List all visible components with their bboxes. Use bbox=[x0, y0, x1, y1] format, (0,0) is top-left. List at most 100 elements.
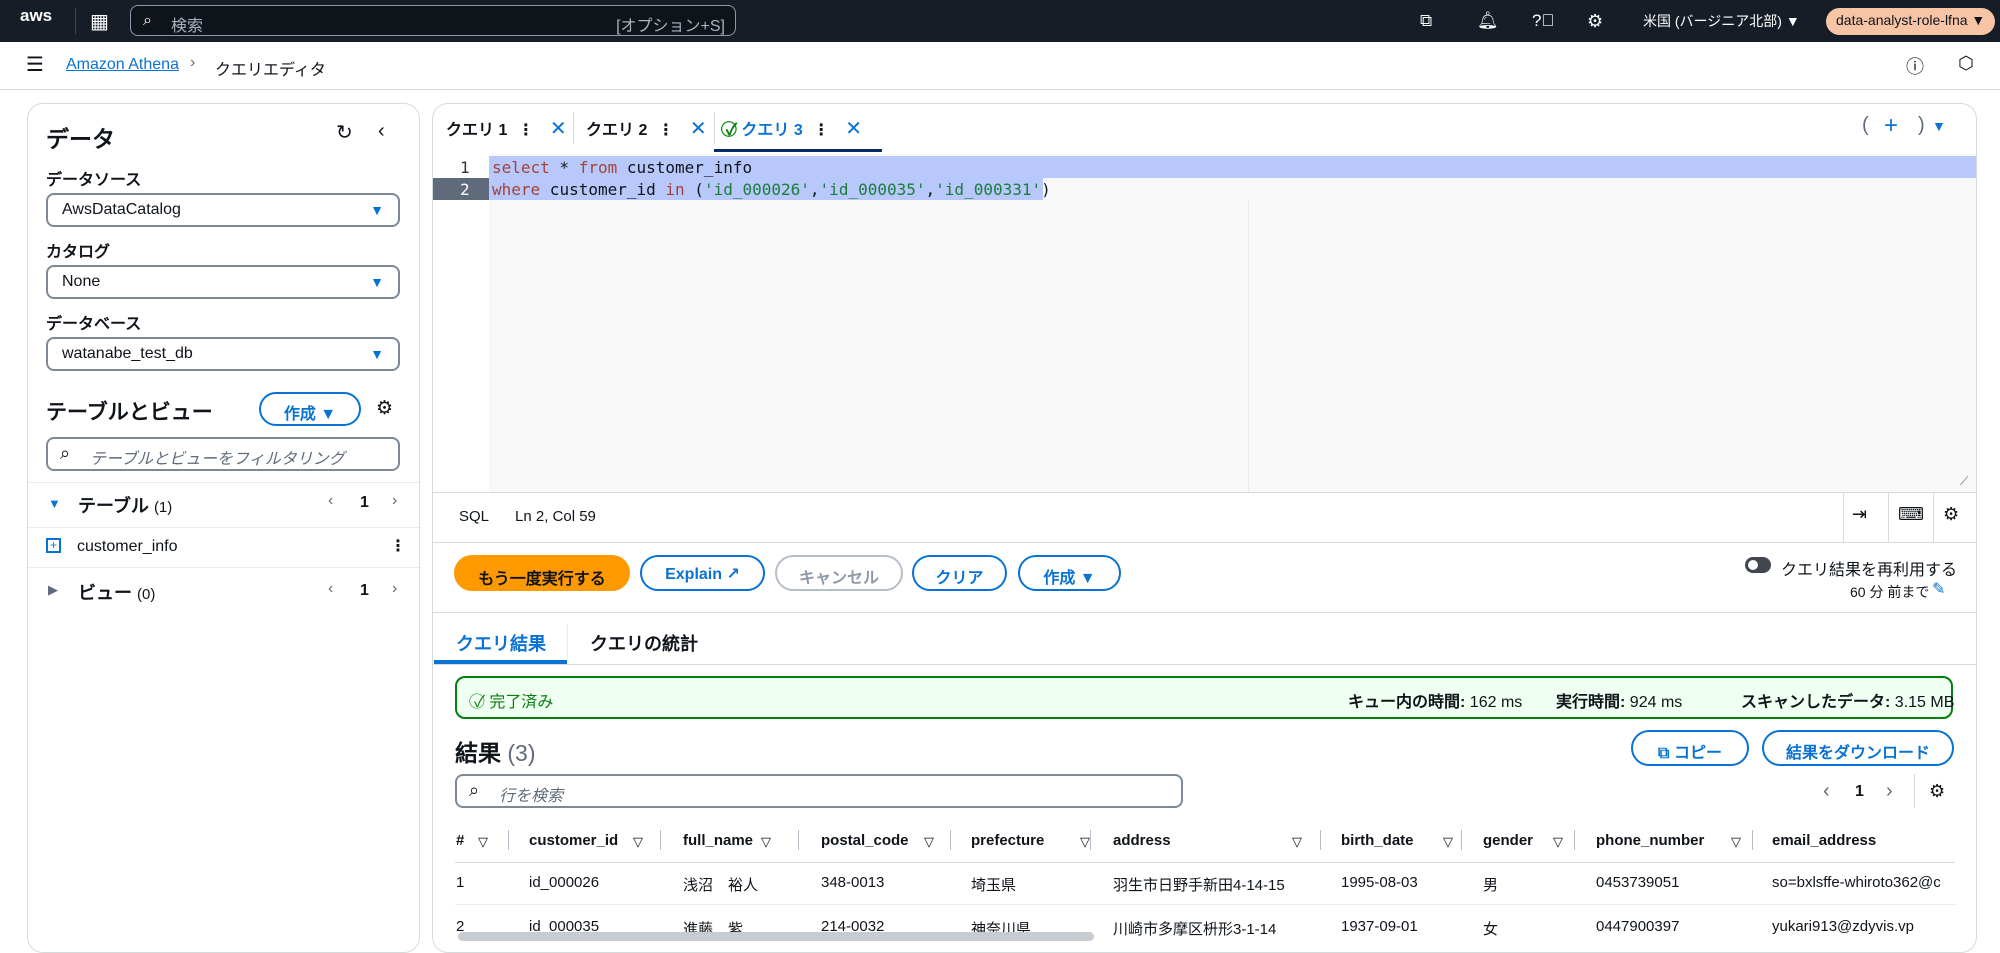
expand-tables-icon[interactable]: ▼ bbox=[48, 496, 61, 511]
column-header-index[interactable]: # bbox=[456, 832, 464, 849]
tab-query-1[interactable]: クエリ 1 ⋮ ✕ bbox=[446, 116, 567, 141]
table-item-customer-info[interactable]: customer_info bbox=[77, 538, 178, 556]
sort-icon[interactable]: ▽ bbox=[1292, 834, 1302, 850]
reuse-results-toggle[interactable] bbox=[1745, 557, 1771, 573]
column-header-full-name[interactable]: full_name bbox=[683, 832, 753, 849]
format-icon[interactable]: ⇥ bbox=[1852, 504, 1867, 525]
column-header-email-address[interactable]: email_address bbox=[1772, 832, 1876, 849]
bell-icon[interactable]: 🔔︎ bbox=[1477, 11, 1499, 31]
next-page-icon[interactable]: › bbox=[1886, 780, 1893, 803]
cloudshell-icon[interactable]: ⧉ bbox=[1420, 11, 1432, 31]
add-tab-icon[interactable]: + bbox=[1884, 112, 1898, 140]
code-line[interactable]: where customer_id in ('id_000026','id_00… bbox=[492, 180, 1051, 199]
sort-icon[interactable]: ▽ bbox=[1080, 834, 1090, 850]
views-section-toggle[interactable]: ビュー (0) bbox=[78, 579, 155, 605]
sql-keyword: from bbox=[578, 158, 618, 177]
views-page-number[interactable]: 1 bbox=[360, 582, 369, 600]
tab-menu-icon[interactable]: ⋮ bbox=[658, 122, 674, 139]
close-icon[interactable]: ✕ bbox=[690, 118, 707, 140]
prev-page-icon[interactable]: ‹ bbox=[328, 580, 333, 598]
notifications-icon[interactable]: ⬡ bbox=[1958, 53, 1974, 74]
sql-editor[interactable] bbox=[433, 153, 1976, 492]
menu-icon[interactable]: ☰ bbox=[26, 52, 44, 77]
tab-query-3[interactable]: ✓⃝ クエリ 3 ⋮ ✕ bbox=[726, 116, 862, 141]
download-results-button[interactable]: 結果をダウンロード bbox=[1762, 730, 1954, 766]
table-actions-icon[interactable]: ⋮ bbox=[390, 536, 406, 556]
editor-settings-icon[interactable]: ⚙ bbox=[1943, 504, 1959, 525]
collapse-icon[interactable]: ‹ bbox=[378, 120, 385, 143]
gear-icon[interactable]: ⚙ bbox=[1587, 11, 1603, 32]
sort-icon[interactable]: ▽ bbox=[478, 834, 488, 850]
close-icon[interactable]: ✕ bbox=[845, 118, 862, 140]
column-resizer[interactable] bbox=[508, 830, 509, 850]
copy-button[interactable]: ⧉ コピー bbox=[1631, 730, 1749, 766]
tabs-menu-caret-icon[interactable]: ▼ bbox=[1932, 118, 1946, 134]
close-icon[interactable]: ✕ bbox=[550, 118, 567, 140]
breadcrumb-athena-link[interactable]: Amazon Athena bbox=[66, 56, 179, 74]
prev-page-icon[interactable]: ‹ bbox=[1823, 780, 1830, 803]
cancel-button[interactable]: キャンセル bbox=[775, 555, 903, 591]
tables-section-toggle[interactable]: テーブル (1) bbox=[78, 492, 172, 518]
column-resizer[interactable] bbox=[1461, 830, 1462, 850]
edit-icon[interactable]: ✎ bbox=[1932, 579, 1945, 599]
expand-views-icon[interactable]: ▶ bbox=[48, 582, 58, 598]
column-header-address[interactable]: address bbox=[1113, 832, 1171, 849]
tables-page-number[interactable]: 1 bbox=[360, 494, 369, 512]
horizontal-scrollbar[interactable] bbox=[458, 932, 1094, 941]
keyboard-icon[interactable]: ⌨ bbox=[1898, 504, 1924, 525]
role-menu[interactable]: data-analyst-role-lfna ▼ bbox=[1826, 8, 1996, 35]
code-line[interactable]: select * from customer_info bbox=[492, 158, 752, 177]
sort-icon[interactable]: ▽ bbox=[1731, 834, 1741, 850]
tabs-scroll-left[interactable]: ( bbox=[1862, 114, 1869, 137]
sort-icon[interactable]: ▽ bbox=[1443, 834, 1453, 850]
column-header-birth-date[interactable]: birth_date bbox=[1341, 832, 1414, 849]
create-button[interactable]: 作成 ▼ bbox=[1018, 555, 1121, 591]
tabs-scroll-right[interactable]: ) bbox=[1918, 114, 1925, 137]
resize-handle-icon[interactable]: ⟋ bbox=[1960, 474, 1968, 489]
database-select[interactable]: watanabe_test_db ▼ bbox=[46, 337, 400, 371]
region-selector[interactable]: 米国 (バージニア北部) ▼ bbox=[1643, 11, 1800, 31]
column-resizer[interactable] bbox=[798, 830, 799, 850]
create-table-button[interactable]: 作成 ▼ bbox=[259, 392, 361, 426]
catalog-select[interactable]: None ▼ bbox=[46, 265, 400, 299]
column-resizer[interactable] bbox=[1090, 830, 1091, 850]
prev-page-icon[interactable]: ‹ bbox=[328, 492, 333, 510]
column-resizer[interactable] bbox=[1752, 830, 1753, 850]
help-icon[interactable]: ?⃝ bbox=[1532, 11, 1554, 31]
tab-menu-icon[interactable]: ⋮ bbox=[813, 122, 829, 139]
explain-button[interactable]: Explain ↗ bbox=[640, 555, 765, 591]
column-header-postal-code[interactable]: postal_code bbox=[821, 832, 909, 849]
apps-grid-icon[interactable]: ▦ bbox=[90, 9, 109, 34]
aws-logo[interactable]: aws bbox=[20, 6, 52, 26]
run-again-button[interactable]: もう一度実行する bbox=[454, 555, 630, 591]
next-page-icon[interactable]: › bbox=[392, 492, 397, 510]
table-icon[interactable]: + bbox=[46, 538, 61, 553]
row-search-input[interactable]: ⌕ 行を検索 bbox=[455, 774, 1183, 808]
clear-button[interactable]: クリア bbox=[912, 555, 1007, 591]
tab-query-results[interactable]: クエリ結果 bbox=[456, 630, 546, 656]
datasource-select[interactable]: AwsDataCatalog ▼ bbox=[46, 193, 400, 227]
global-search-input[interactable]: ⌕ 検索 [オプション+S] bbox=[130, 5, 736, 36]
tables-settings-icon[interactable]: ⚙ bbox=[376, 397, 393, 420]
sort-icon[interactable]: ▽ bbox=[761, 834, 771, 850]
table-filter-input[interactable]: ⌕ テーブルとビューをフィルタリング bbox=[46, 437, 400, 471]
column-resizer[interactable] bbox=[1320, 830, 1321, 850]
column-resizer[interactable] bbox=[950, 830, 951, 850]
info-icon[interactable]: ⓘ bbox=[1906, 53, 1924, 79]
refresh-icon[interactable]: ↻ bbox=[336, 120, 353, 145]
column-header-phone-number[interactable]: phone_number bbox=[1596, 832, 1704, 849]
column-header-gender[interactable]: gender bbox=[1483, 832, 1533, 849]
tab-query-2[interactable]: クエリ 2 ⋮ ✕ bbox=[586, 116, 707, 141]
next-page-icon[interactable]: › bbox=[392, 580, 397, 598]
sort-icon[interactable]: ▽ bbox=[1553, 834, 1563, 850]
table-settings-icon[interactable]: ⚙ bbox=[1929, 781, 1945, 802]
sort-icon[interactable]: ▽ bbox=[633, 834, 643, 850]
tab-menu-icon[interactable]: ⋮ bbox=[518, 122, 534, 139]
sort-icon[interactable]: ▽ bbox=[924, 834, 934, 850]
results-page-number[interactable]: 1 bbox=[1855, 783, 1864, 801]
column-header-prefecture[interactable]: prefecture bbox=[971, 832, 1044, 849]
column-header-customer-id[interactable]: customer_id bbox=[529, 832, 618, 849]
column-resizer[interactable] bbox=[1574, 830, 1575, 850]
column-resizer[interactable] bbox=[660, 830, 661, 850]
tab-query-stats[interactable]: クエリの統計 bbox=[590, 630, 698, 656]
